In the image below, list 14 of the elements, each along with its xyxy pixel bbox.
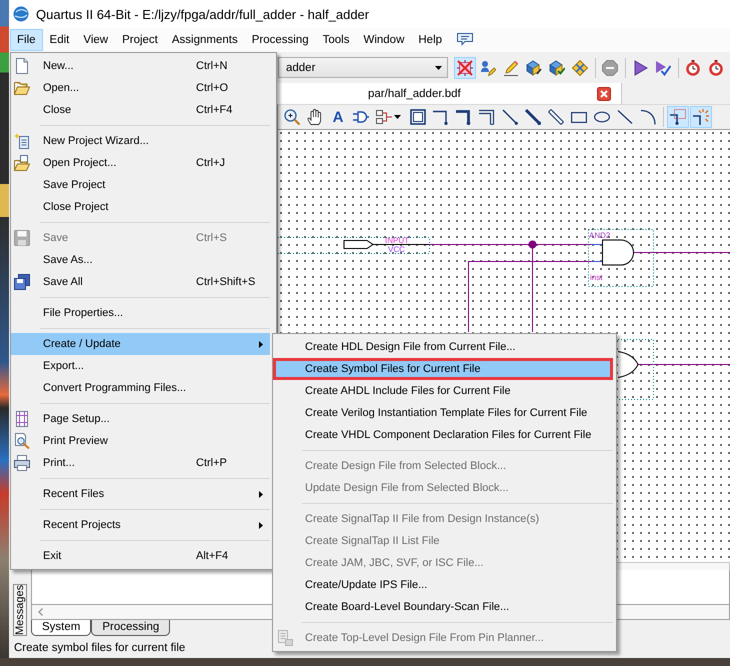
- shortcut-label: Ctrl+Shift+S: [196, 276, 256, 288]
- shortcut-label: Ctrl+N: [196, 60, 228, 72]
- pin-type-label: INPUT: [385, 236, 409, 245]
- instance-label: inst: [590, 273, 602, 282]
- shortcut-label: Ctrl+S: [196, 232, 227, 244]
- shortcut-label: Ctrl+P: [196, 457, 227, 469]
- status-text: Create symbol files for current file: [14, 642, 186, 654]
- gate-type-label: AND2: [589, 231, 610, 240]
- shortcut-label: Ctrl+F4: [196, 104, 232, 116]
- shortcut-label: Ctrl+J: [196, 157, 226, 169]
- shortcut-label: Alt+F4: [196, 550, 228, 562]
- shortcut-label: Ctrl+O: [196, 82, 228, 94]
- window-title: Quartus II 64-Bit - E:/ljzy/fpga/addr/full_adder - half_adder: [36, 6, 370, 22]
- pin-name-label: VCC: [388, 245, 405, 254]
